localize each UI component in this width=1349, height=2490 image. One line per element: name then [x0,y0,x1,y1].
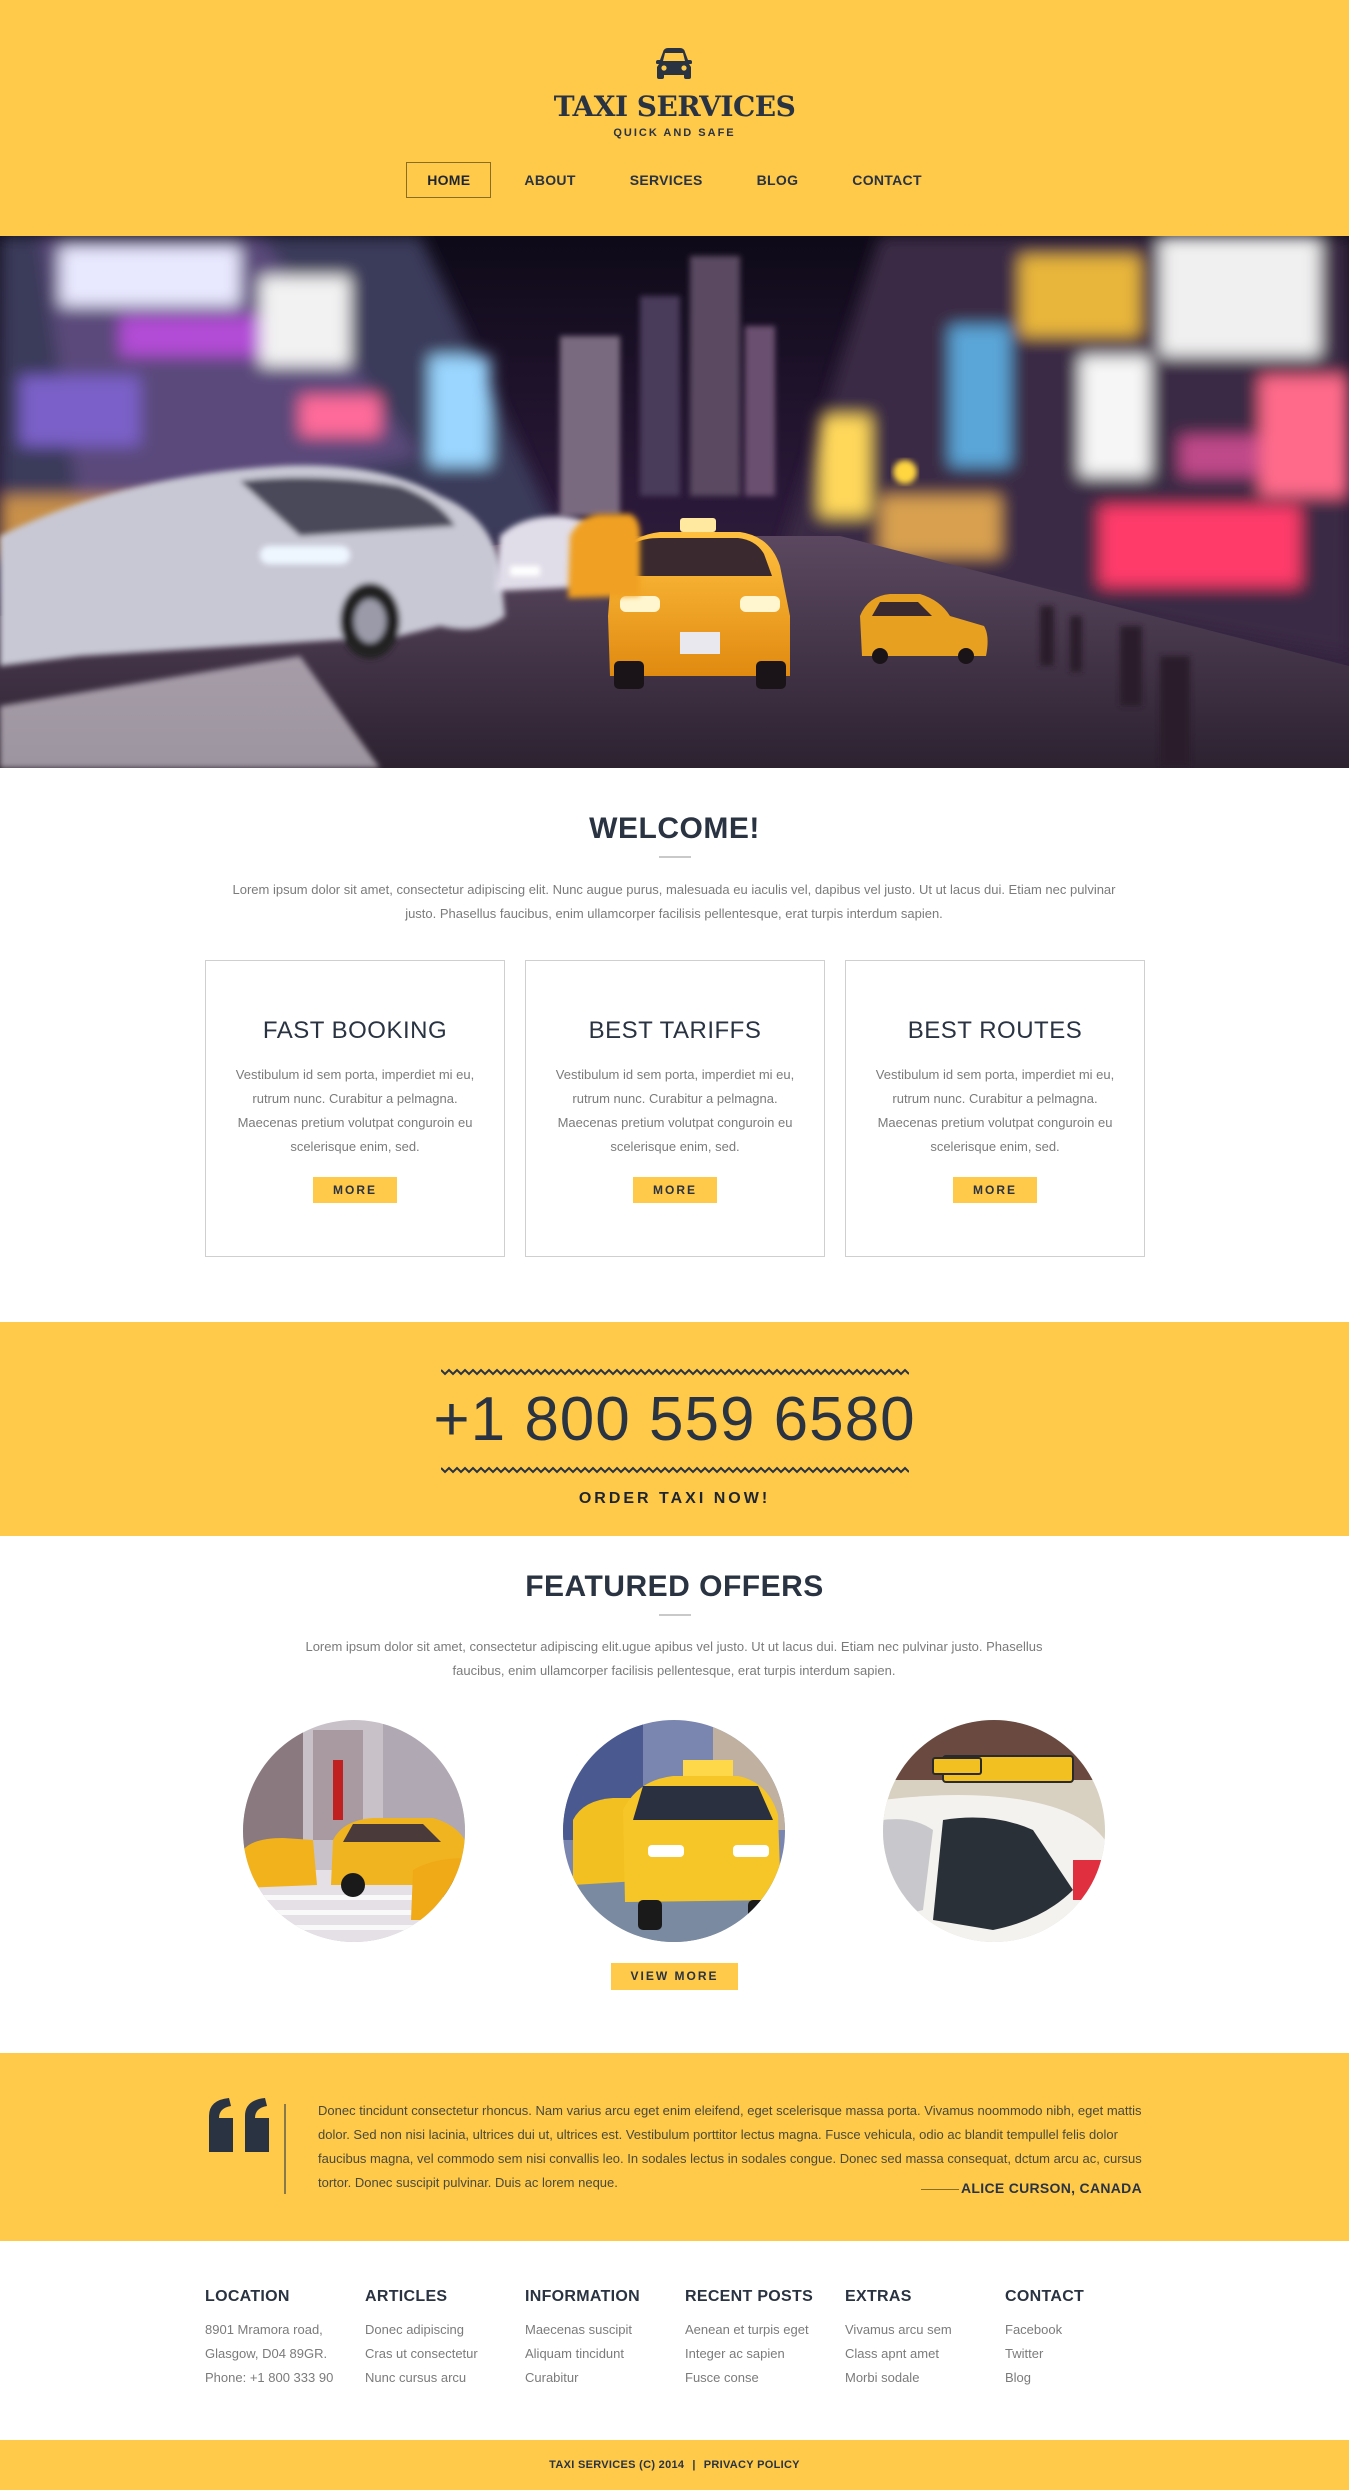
footer-link[interactable]: Aliquam tincidunt [525,2342,675,2366]
welcome-title: WELCOME! [589,812,760,845]
offer-image-taxi-front[interactable] [563,1720,785,1942]
footer-col-title: RECENT POSTS [685,2288,814,2305]
footer-link[interactable]: Aenean et turpis eget [685,2318,835,2342]
welcome-title-divider [659,856,691,858]
more-button[interactable]: MORE [633,1177,717,1203]
featured-text: Lorem ipsum dolor sit amet, consectetur … [305,1639,1043,1678]
taxi-car-icon [656,48,692,79]
footer-link[interactable]: Class apnt amet [845,2342,995,2366]
footer-link[interactable]: Blog [1005,2366,1155,2390]
hero-city-taxi-illustration [0,236,1349,768]
author-divider [921,2189,959,2190]
footer-col-information: INFORMATION Maecenas suscipit Aliquam tinc… [525,2288,675,2390]
footer-address-line: Phone: +1 800 333 90 [205,2370,334,2385]
feature-box-best-tariffs: BEST TARIFFS Vestibulum id sem porta, im… [525,960,825,1257]
offer-image-street-taxis[interactable] [243,1720,465,1942]
hero-image [0,236,1349,768]
footer-link[interactable]: Morbi sodale [845,2366,995,2390]
copyright-text: TAXI SERVICES (C) 2014 [549,2459,685,2471]
footer-link[interactable]: Maecenas suscipit [525,2318,675,2342]
footer-separator: | [692,2459,696,2471]
zigzag-divider-top [441,1368,909,1376]
footer-link[interactable]: Twitter [1005,2342,1155,2366]
footer-link[interactable]: Integer ac sapien [685,2342,835,2366]
feature-text: Vestibulum id sem porta, imperdiet mi eu… [555,1067,795,1154]
footer-col-extras: EXTRAS Vivamus arcu sem Class apnt amet Mor… [845,2288,995,2390]
feature-box-fast-booking: FAST BOOKING Vestibulum id sem porta, im… [205,960,505,1257]
phone-number[interactable]: +1 800 559 6580 [0,1384,1349,1455]
footer-link[interactable]: Curabitur [525,2366,675,2390]
featured-title: FEATURED OFFERS [525,1570,824,1603]
feature-text: Vestibulum id sem porta, imperdiet mi eu… [875,1067,1115,1154]
footer-col-contact: CONTACT Facebook Twitter Blog [1005,2288,1155,2390]
footer-address-line: 8901 Mramora road, [205,2322,323,2337]
quote-divider [284,2104,286,2194]
site-tagline: QUICK AND SAFE [613,127,736,139]
quote-icon [209,2098,269,2152]
nav-item-about[interactable]: ABOUT [503,162,596,198]
feature-title: BEST ROUTES [907,1017,1083,1044]
footer-col-title: ARTICLES [365,2288,448,2305]
footer-col-title: LOCATION [205,2288,290,2305]
main-nav: HOME ABOUT SERVICES BLOG CONTACT [0,162,1349,198]
order-taxi-link[interactable]: ORDER TAXI NOW! [0,1490,1349,1508]
feature-title: FAST BOOKING [262,1017,448,1044]
nav-item-services[interactable]: SERVICES [609,162,724,198]
footer-link[interactable]: Vivamus arcu sem [845,2318,995,2342]
feature-title: BEST TARIFFS [588,1017,762,1044]
nav-item-blog[interactable]: BLOG [736,162,820,198]
feature-box-best-routes: BEST ROUTES Vestibulum id sem porta, imp… [845,960,1145,1257]
welcome-text: Lorem ipsum dolor sit amet, consectetur … [232,882,1116,921]
footer-col-articles: ARTICLES Donec adipiscing Cras ut consecte… [365,2288,515,2390]
privacy-policy-link[interactable]: PRIVACY POLICY [704,2459,800,2471]
more-button[interactable]: MORE [313,1177,397,1203]
footer-address-line: Glasgow, D04 89GR. [205,2346,328,2361]
nav-item-contact[interactable]: CONTACT [831,162,943,198]
footer-link[interactable]: Fusce conse [685,2366,835,2390]
footer-link[interactable]: Donec adipiscing [365,2318,515,2342]
footer-link[interactable]: Nunc cursus arcu [365,2366,515,2390]
nav-item-home[interactable]: HOME [406,162,492,198]
footer-link[interactable]: Facebook [1005,2318,1155,2342]
footer-col-title: CONTACT [1005,2288,1085,2305]
testimonial-author: ALICE CURSON, CANADA [961,2180,1142,2196]
footer-col-title: EXTRAS [845,2288,912,2305]
featured-title-divider [659,1614,691,1616]
view-more-button[interactable]: VIEW MORE [611,1963,738,1990]
footer-bottom-bar: TAXI SERVICES (C) 2014 | PRIVACY POLICY [0,2440,1349,2490]
footer-col-title: INFORMATION [525,2288,640,2305]
zigzag-divider-bottom [441,1466,909,1474]
site-brand[interactable]: TAXI SERVICES [0,90,1349,123]
offer-image-taxi-signs[interactable] [883,1720,1105,1942]
more-button[interactable]: MORE [953,1177,1037,1203]
footer-col-recent-posts: RECENT POSTS Aenean et turpis eget Integer… [685,2288,835,2390]
feature-text: Vestibulum id sem porta, imperdiet mi eu… [235,1067,475,1154]
footer-link[interactable]: Cras ut consectetur [365,2342,515,2366]
footer-col-location: LOCATION 8901 Mramora road, Glasgow, D04 8… [205,2288,355,2390]
site-header: TAXI SERVICES QUICK AND SAFE HOME ABOUT SE… [0,0,1349,236]
